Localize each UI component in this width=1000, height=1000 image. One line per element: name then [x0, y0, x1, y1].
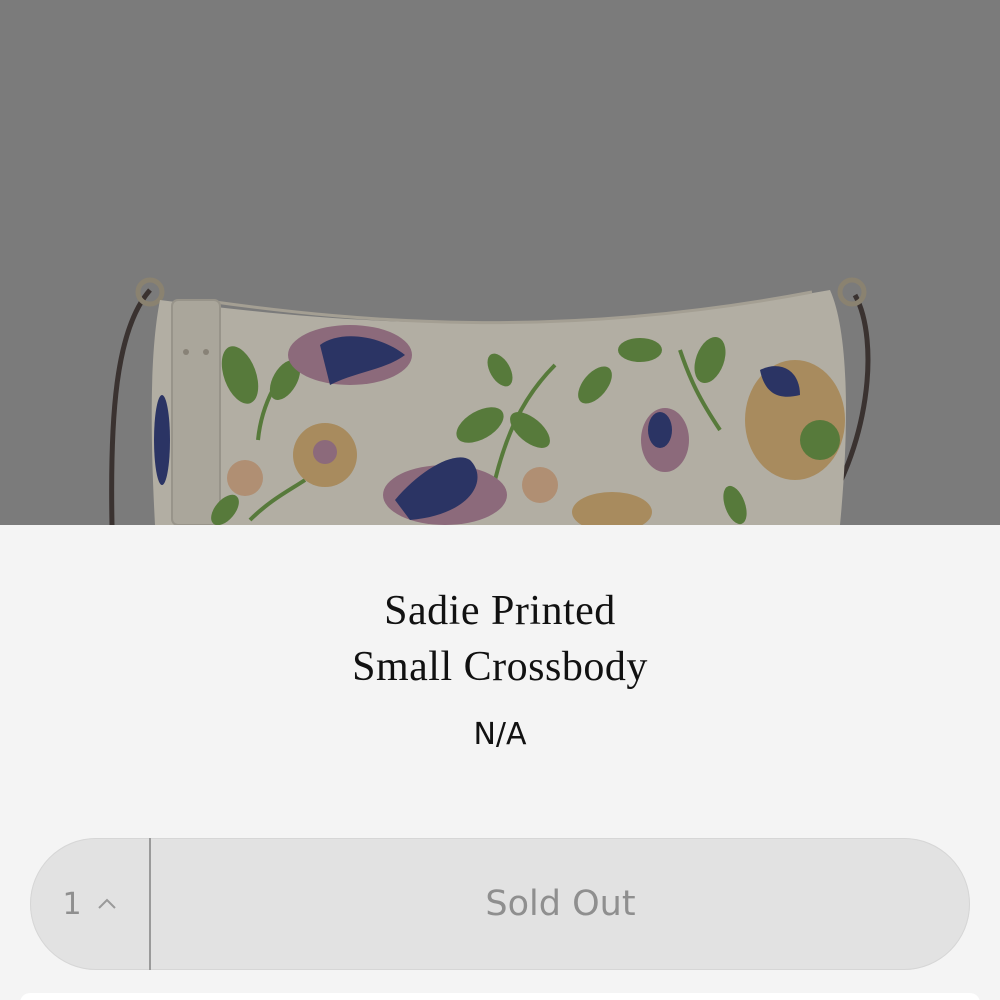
bottom-card-edge [20, 993, 980, 1000]
product-price: N/A [473, 717, 527, 752]
sold-out-button[interactable]: Sold Out [151, 838, 970, 970]
quantity-selector[interactable]: 1 [30, 838, 150, 970]
right-ring [837, 277, 867, 307]
bag-tab [171, 299, 221, 525]
product-title-line1: Sadie Printed [384, 588, 616, 634]
product-info: Sadie Printed Small Crossbody N/A 1 Sold… [0, 525, 1000, 1000]
left-strap [109, 288, 152, 525]
floral-bag-illustration [109, 277, 871, 525]
chevron-up-icon[interactable] [96, 893, 118, 915]
quantity-value: 1 [62, 886, 82, 922]
product-title: Sadie Printed Small Crossbody [0, 583, 1000, 695]
product-page: Sadie Printed Small Crossbody N/A 1 Sold… [0, 0, 1000, 1000]
add-to-cart-bar: 1 Sold Out [30, 838, 970, 970]
product-image[interactable] [0, 0, 1000, 525]
product-title-line2: Small Crossbody [352, 644, 648, 690]
